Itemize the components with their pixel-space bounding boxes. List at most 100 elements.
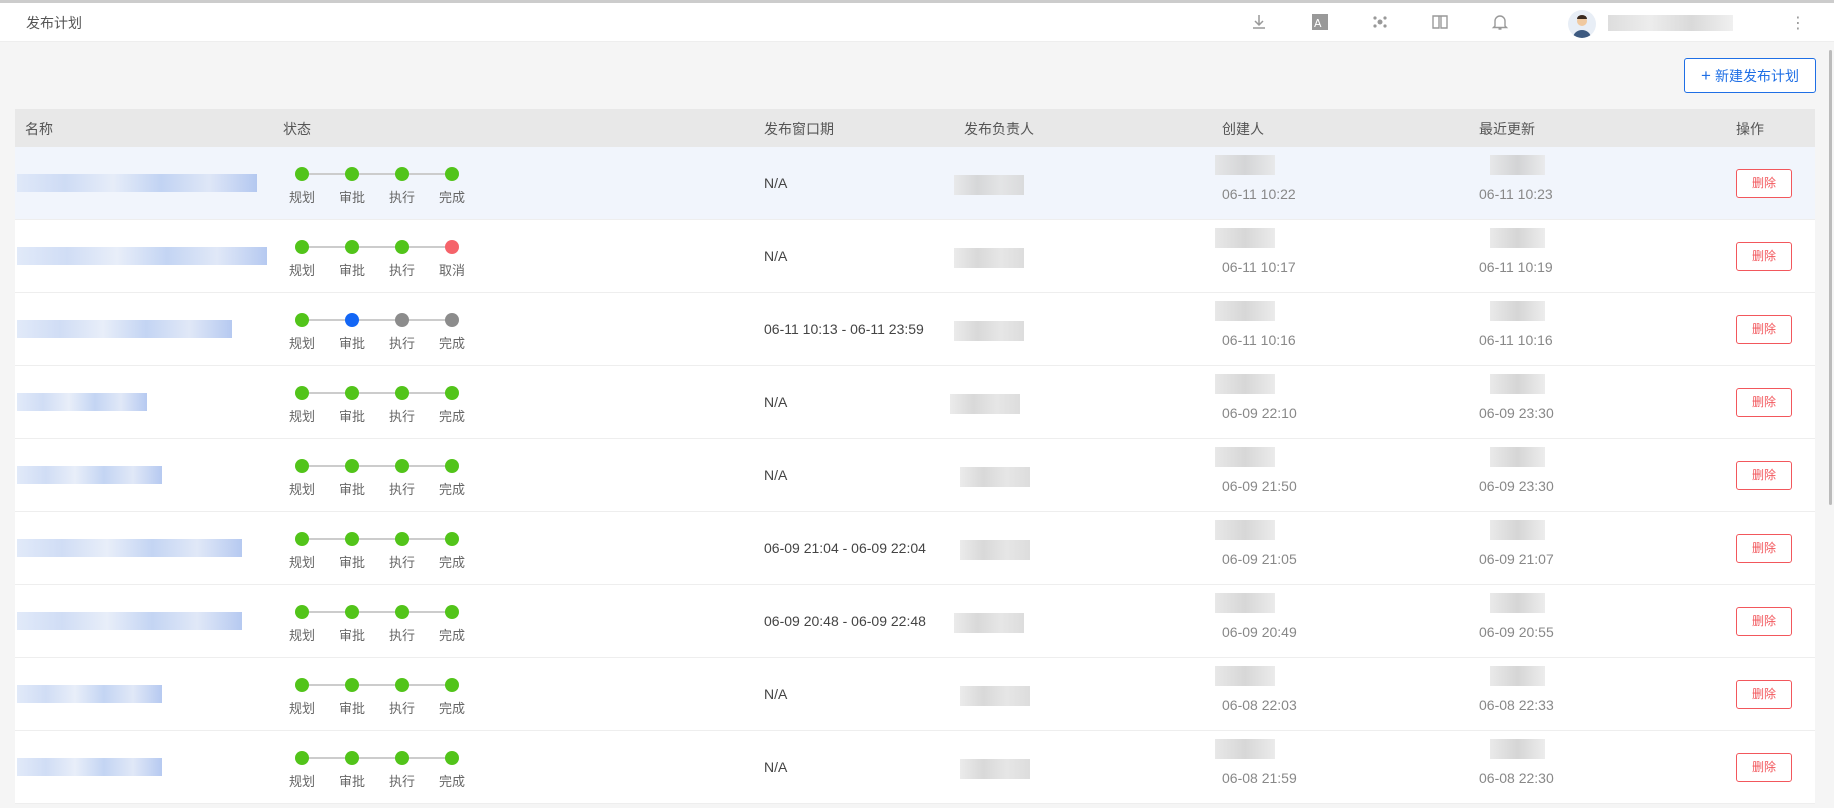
step-dot: [345, 532, 359, 546]
step-dot: [295, 167, 309, 181]
plan-name-link[interactable]: [17, 612, 242, 630]
step-label: 规划: [288, 409, 315, 424]
release-window: 06-09 21:04 - 06-09 22:04: [764, 540, 926, 556]
updater-name: [1490, 447, 1545, 467]
table-row[interactable]: 规划 审批 执行 完成 06-09 21:04 - 06-09 22:04 06-09 2…: [15, 512, 1815, 585]
status-steps: 规划 审批 执行 完成: [289, 678, 465, 718]
delete-button[interactable]: 删除: [1736, 315, 1792, 344]
table-row[interactable]: 规划 审批 执行 完成 N/A 06-09 21:50 06-09 23:30 删除: [15, 439, 1815, 512]
created-time: 06-09 22:10: [1222, 405, 1297, 421]
plan-name-link[interactable]: [17, 393, 147, 411]
step-label: 完成: [438, 628, 465, 643]
updated-time: 06-11 10:23: [1479, 186, 1553, 202]
step-label: 完成: [438, 555, 465, 570]
step-dot: [345, 313, 359, 327]
created-time: 06-09 21:05: [1222, 551, 1297, 567]
table-row[interactable]: 规划 审批 执行 完成 N/A 06-08 21:59 06-08 22:30 删除: [15, 731, 1815, 804]
plan-name-link[interactable]: [17, 247, 267, 265]
created-time: 06-09 20:49: [1222, 624, 1297, 640]
col-owner: 发布负责人: [964, 121, 1034, 137]
step-label: 执行: [388, 628, 415, 643]
creator-name: [1215, 447, 1275, 467]
step-dot: [295, 459, 309, 473]
creator-name: [1215, 228, 1275, 248]
status-steps: 规划 审批 执行 取消: [289, 240, 465, 280]
scrollbar[interactable]: [1829, 50, 1832, 505]
step-label: 完成: [438, 190, 465, 205]
step-label: 审批: [338, 555, 365, 570]
updater-name: [1490, 739, 1545, 759]
step-dot: [295, 386, 309, 400]
release-window: 06-09 20:48 - 06-09 22:48: [764, 613, 926, 629]
step-label: 审批: [338, 482, 365, 497]
release-owner: [954, 175, 1024, 195]
step-label: 规划: [288, 774, 315, 789]
step-label: 执行: [388, 774, 415, 789]
step-dot: [345, 605, 359, 619]
bell-icon[interactable]: [1490, 13, 1510, 33]
plan-name-link[interactable]: [17, 758, 162, 776]
updated-time: 06-08 22:30: [1479, 770, 1554, 786]
step-label: 审批: [338, 263, 365, 278]
plan-name-link[interactable]: [17, 685, 162, 703]
table-row[interactable]: 规划 审批 执行 完成 N/A 06-11 10:22 06-11 10:23 删除: [15, 147, 1815, 220]
book-icon[interactable]: [1430, 13, 1450, 33]
step-dot: [345, 240, 359, 254]
more-icon[interactable]: ⋮: [1790, 13, 1806, 33]
translate-icon[interactable]: A: [1310, 13, 1330, 33]
table-row[interactable]: 规划 审批 执行 取消 N/A 06-11 10:17 06-11 10:19 删除: [15, 220, 1815, 293]
step-label: 审批: [338, 628, 365, 643]
step-dot: [345, 678, 359, 692]
username: [1608, 15, 1733, 31]
table-row[interactable]: 规划 审批 执行 完成 06-11 10:13 - 06-11 23:59 06-11 1…: [15, 293, 1815, 366]
step-dot: [295, 678, 309, 692]
creator-name: [1215, 155, 1275, 175]
table-row[interactable]: 规划 审批 执行 完成 N/A 06-08 22:03 06-08 22:33 删除: [15, 658, 1815, 731]
top-bar: 发布计划 A ⋮: [0, 0, 1834, 42]
col-name: 名称: [25, 121, 53, 137]
step-label: 审批: [338, 409, 365, 424]
step-label: 完成: [438, 409, 465, 424]
created-time: 06-11 10:22: [1222, 186, 1296, 202]
plan-name-link[interactable]: [17, 174, 257, 192]
status-steps: 规划 审批 执行 完成: [289, 605, 465, 645]
plan-name-link[interactable]: [17, 320, 232, 338]
table-row[interactable]: 规划 审批 执行 完成 N/A 06-09 22:10 06-09 23:30 删除: [15, 366, 1815, 439]
creator-name: [1215, 301, 1275, 321]
step-label: 完成: [438, 774, 465, 789]
dots-cluster-icon[interactable]: [1370, 13, 1390, 33]
status-steps: 规划 审批 执行 完成: [289, 167, 465, 207]
status-steps: 规划 审批 执行 完成: [289, 386, 465, 426]
delete-button[interactable]: 删除: [1736, 461, 1792, 490]
step-dot: [345, 167, 359, 181]
step-dot: [295, 240, 309, 254]
new-release-plan-button[interactable]: + 新建发布计划: [1684, 58, 1816, 93]
plan-name-link[interactable]: [17, 466, 162, 484]
creator-name: [1215, 593, 1275, 613]
creator-name: [1215, 520, 1275, 540]
delete-button[interactable]: 删除: [1736, 388, 1792, 417]
step-dot: [445, 605, 459, 619]
step-label: 规划: [288, 336, 315, 351]
created-time: 06-08 22:03: [1222, 697, 1297, 713]
step-dot: [445, 313, 459, 327]
plan-name-link[interactable]: [17, 539, 242, 557]
step-dot: [345, 459, 359, 473]
avatar[interactable]: [1568, 10, 1596, 38]
delete-button[interactable]: 删除: [1736, 534, 1792, 563]
download-icon[interactable]: [1249, 13, 1269, 33]
creator-name: [1215, 739, 1275, 759]
delete-button[interactable]: 删除: [1736, 680, 1792, 709]
step-label: 规划: [288, 555, 315, 570]
table-row[interactable]: 规划 审批 执行 完成 06-09 20:48 - 06-09 22:48 06-09 2…: [15, 585, 1815, 658]
step-dot: [295, 532, 309, 546]
svg-text:A: A: [1314, 17, 1322, 30]
step-label: 取消: [438, 263, 465, 278]
delete-button[interactable]: 删除: [1736, 169, 1792, 198]
delete-button[interactable]: 删除: [1736, 242, 1792, 271]
release-owner: [954, 321, 1024, 341]
delete-button[interactable]: 删除: [1736, 753, 1792, 782]
page-title: 发布计划: [26, 15, 82, 31]
updated-time: 06-09 23:30: [1479, 405, 1554, 421]
delete-button[interactable]: 删除: [1736, 607, 1792, 636]
